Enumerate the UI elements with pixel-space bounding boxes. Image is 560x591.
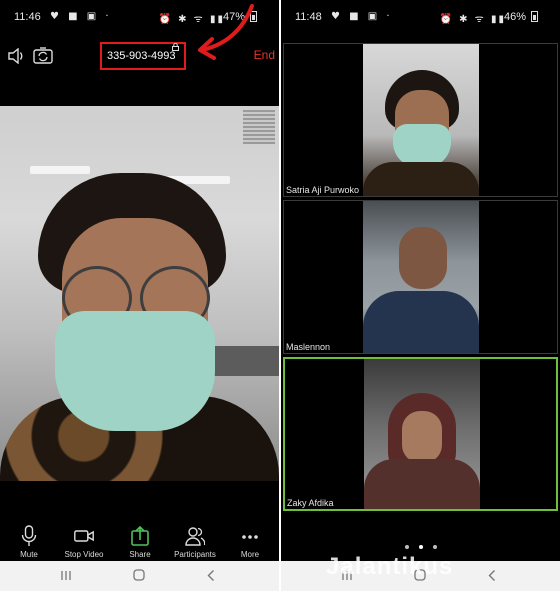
- participant-name: Zaky Afdika: [287, 498, 334, 508]
- participant-tile-active[interactable]: Zaky Afdika: [283, 357, 558, 511]
- page-dot: [404, 545, 409, 549]
- participants-label: Participants: [174, 550, 216, 559]
- mute-button[interactable]: Mute: [3, 523, 55, 559]
- participant-name: Satria Aji Purwoko: [286, 185, 360, 195]
- status-time: 11:46: [14, 11, 41, 23]
- left-phone-screen: 11:46 ♥ ■ ▣ · ⏰ ✱ ᯤ ▮▮ 47% 335-903-4993 …: [0, 0, 279, 591]
- share-button[interactable]: Share: [114, 523, 166, 559]
- participant-shirt: [364, 459, 480, 509]
- battery-level: 46%: [503, 11, 526, 23]
- meeting-id: 335-903-4993: [107, 50, 176, 62]
- more-label: More: [240, 550, 260, 559]
- microphone-icon: [21, 525, 37, 546]
- lock-icon: [172, 43, 179, 51]
- status-bar: 11:48 ♥ ■ ▣ · ⏰ ✱ ᯤ ▮▮ 46%: [281, 0, 560, 34]
- face-mask: [55, 311, 215, 431]
- participant-shirt: [363, 291, 479, 353]
- background-object: [210, 346, 279, 376]
- page-dot: [432, 545, 437, 549]
- meeting-toolbar: Mute Stop Video Share Participants More: [0, 523, 279, 561]
- participant-video: [363, 201, 479, 353]
- self-video-feed: [0, 106, 279, 481]
- page-dot-current: [418, 545, 423, 549]
- participant-video: [364, 359, 480, 509]
- battery-icon: [531, 11, 538, 22]
- notification-icons: ♥ ■ ▣ ·: [50, 11, 112, 22]
- more-icon: [242, 535, 258, 539]
- mute-label: Mute: [20, 550, 38, 559]
- participant-shirt: [363, 162, 479, 196]
- watermark-logo: Jalantikus: [326, 553, 454, 580]
- back-icon[interactable]: [206, 569, 216, 582]
- status-time: 11:48: [295, 11, 322, 23]
- switch-camera-icon[interactable]: [33, 47, 53, 64]
- participant-face: [399, 227, 447, 289]
- recents-icon[interactable]: [60, 570, 72, 581]
- android-nav-bar: [0, 561, 279, 591]
- participants-button[interactable]: Participants: [169, 523, 221, 559]
- participants-icon: [185, 527, 205, 546]
- notification-icons: ♥ ■ ▣ ·: [331, 11, 393, 22]
- participant-tile[interactable]: Maslennon: [283, 200, 558, 354]
- speaker-icon[interactable]: [8, 48, 26, 64]
- page-indicator: [281, 538, 560, 552]
- system-icons: ⏰ ✱ ᯤ ▮▮: [439, 14, 506, 25]
- participant-name: Maslennon: [286, 342, 331, 352]
- share-icon: [131, 525, 149, 546]
- video-camera-icon: [74, 530, 94, 542]
- participant-tile[interactable]: Satria Aji Purwoko: [283, 43, 558, 197]
- stop-video-button[interactable]: Stop Video: [58, 523, 110, 559]
- right-phone-screen: 11:48 ♥ ■ ▣ · ⏰ ✱ ᯤ ▮▮ 46% Satria Aji Pu…: [281, 0, 560, 591]
- share-label: Share: [129, 550, 151, 559]
- participant-face: [402, 411, 442, 463]
- annotation-arrow-icon: [198, 4, 254, 60]
- participant-video: [363, 44, 479, 196]
- ceiling-light: [30, 166, 90, 174]
- ceiling-vent: [243, 110, 275, 144]
- stop-video-label: Stop Video: [64, 550, 104, 559]
- home-icon[interactable]: [133, 569, 145, 581]
- more-button[interactable]: More: [224, 523, 276, 559]
